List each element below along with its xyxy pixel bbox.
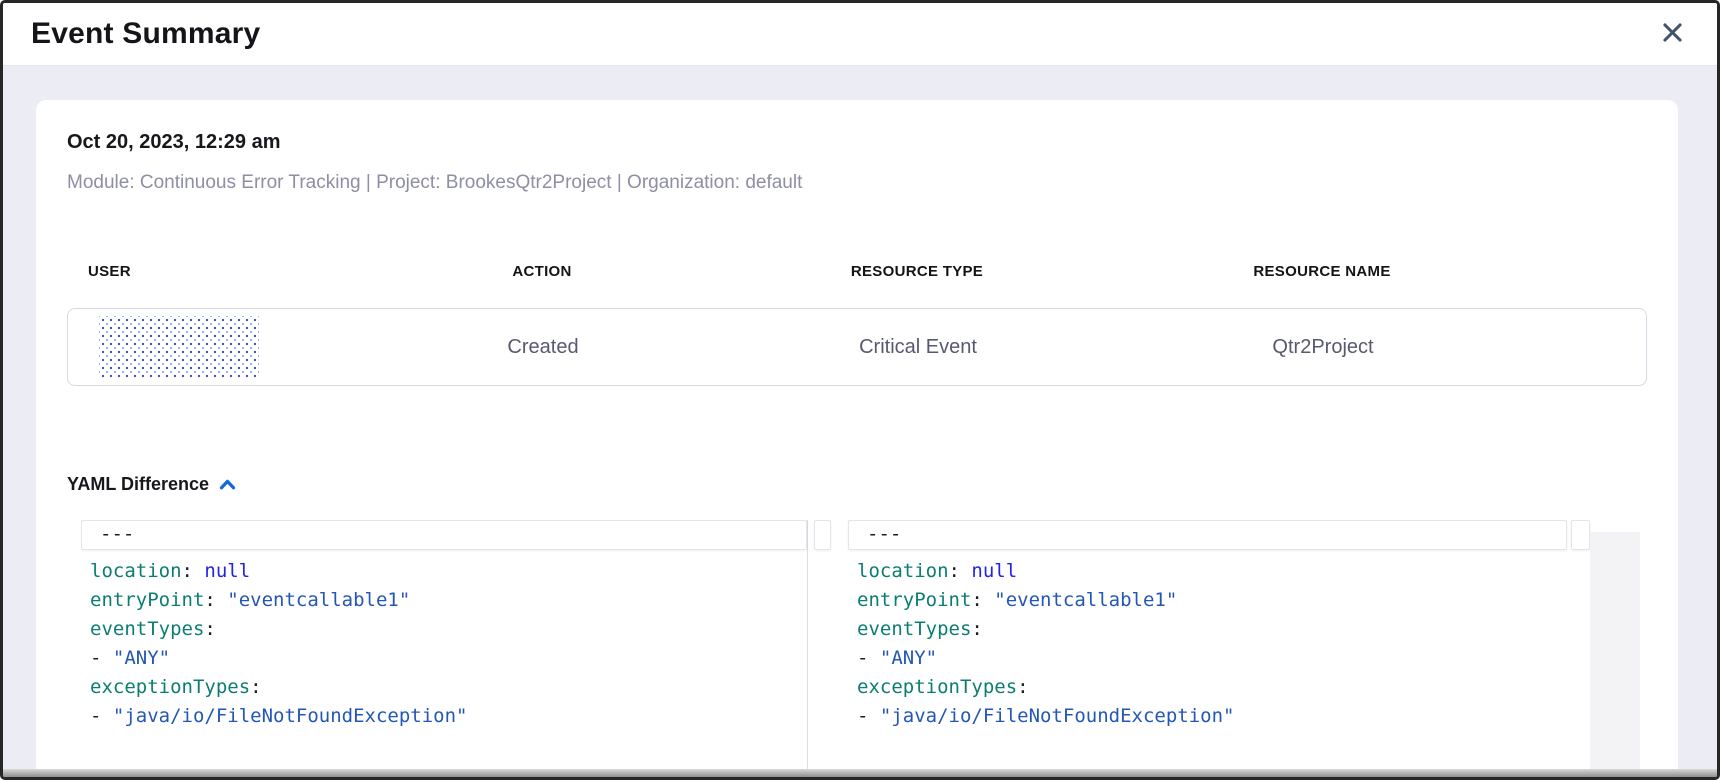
highlighted-line-right: --- — [848, 520, 1567, 550]
column-header-action: ACTION — [397, 263, 687, 280]
audit-table-header: USER ACTION RESOURCE TYPE RESOURCE NAME — [67, 263, 1647, 280]
redacted-user-pattern — [99, 316, 259, 378]
cell-resource-name: Qtr2Project — [1148, 336, 1498, 359]
cell-resource-type: Critical Event — [688, 336, 1148, 359]
yaml-pane-left[interactable]: --- location: nullentryPoint: "eventcall… — [81, 520, 808, 780]
modal-header: Event Summary — [3, 3, 1717, 66]
event-summary-modal: Event Summary Oct 20, 2023, 12:29 am Mod… — [0, 0, 1720, 780]
modal-body: Oct 20, 2023, 12:29 am Module: Continuou… — [3, 66, 1717, 780]
collapse-toggle-button[interactable] — [219, 475, 236, 494]
page-title: Event Summary — [31, 17, 260, 51]
highlighted-line-left: --- — [81, 520, 807, 550]
yaml-pane-right[interactable]: --- location: nullentryPoint: "eventcall… — [848, 520, 1590, 780]
event-meta: Module: Continuous Error Tracking | Proj… — [67, 171, 1647, 195]
cell-user — [68, 316, 398, 378]
column-header-resource-name: RESOURCE NAME — [1147, 263, 1497, 280]
yaml-difference-label: YAML Difference — [67, 474, 209, 495]
close-icon — [1662, 22, 1683, 46]
cell-action: Created — [398, 336, 688, 359]
column-header-resource-type: RESOURCE TYPE — [687, 263, 1147, 280]
close-button[interactable] — [1659, 21, 1685, 47]
merge-gutter-box — [814, 520, 831, 550]
scrollbar-gutter-box — [1571, 520, 1590, 550]
table-row: Created Critical Event Qtr2Project — [67, 308, 1647, 386]
yaml-code-left: location: nullentryPoint: "eventcallable… — [81, 550, 807, 731]
window-bottom-edge — [3, 769, 1717, 777]
yaml-code-right: location: nullentryPoint: "eventcallable… — [848, 550, 1590, 731]
column-header-user: USER — [67, 263, 397, 280]
yaml-diff-merge-view: --- location: nullentryPoint: "eventcall… — [81, 520, 1647, 780]
yaml-difference-section-header: YAML Difference — [67, 474, 1647, 495]
scrollbar-track[interactable] — [1590, 532, 1640, 780]
event-timestamp: Oct 20, 2023, 12:29 am — [67, 130, 1647, 154]
event-card: Oct 20, 2023, 12:29 am Module: Continuou… — [36, 100, 1678, 780]
chevron-up-icon — [219, 478, 236, 494]
